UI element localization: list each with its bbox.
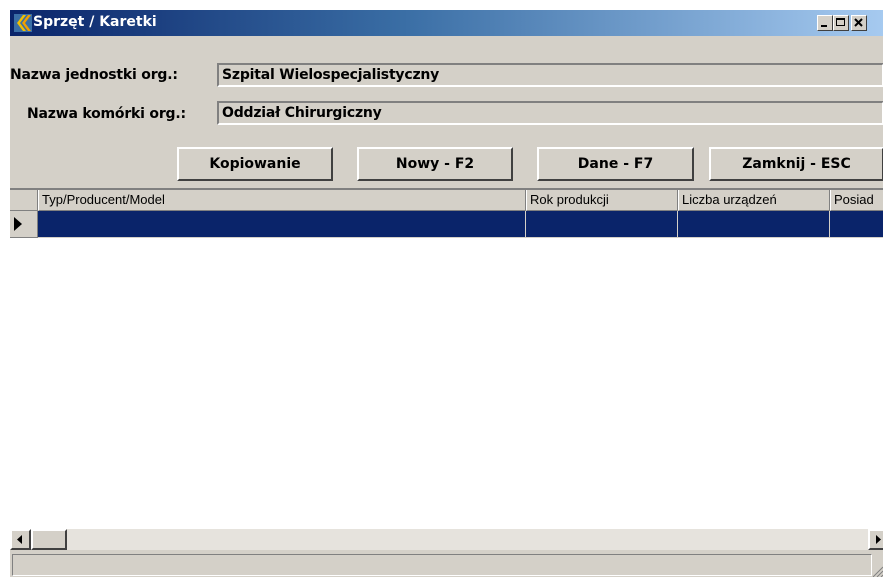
scroll-left-icon (17, 535, 22, 544)
data-grid[interactable]: Typ/Producent/Model Rok produkcji Liczba… (10, 188, 883, 529)
unit-name-value: Szpital Wielospecjalistyczny (222, 67, 440, 83)
row-indicator[interactable] (10, 211, 38, 238)
cell-name-value: Oddział Chirurgiczny (222, 105, 382, 121)
title-bar[interactable]: Sprzęt / Karetki (10, 10, 883, 36)
close-button[interactable] (851, 15, 867, 31)
scroll-right-button[interactable] (868, 529, 883, 550)
copy-button[interactable]: Kopiowanie (177, 147, 333, 181)
minimize-button[interactable] (817, 15, 833, 31)
column-header-count[interactable]: Liczba urządzeń (678, 190, 830, 211)
cell-name-label: Nazwa komórki org.: (27, 106, 186, 122)
window-title: Sprzęt / Karetki (33, 14, 157, 30)
row-pointer-icon (14, 217, 22, 231)
status-panel (12, 554, 872, 576)
new-button[interactable]: Nowy - F2 (357, 147, 513, 181)
table-cell[interactable] (526, 211, 678, 238)
column-header-type[interactable]: Typ/Producent/Model (38, 190, 526, 211)
column-header-owned[interactable]: Posiad (830, 190, 883, 211)
status-bar (10, 551, 883, 577)
app-icon (14, 14, 32, 32)
cell-name-field[interactable]: Oddział Chirurgiczny (217, 101, 883, 125)
scroll-thumb[interactable] (31, 529, 67, 550)
column-header-year[interactable]: Rok produkcji (526, 190, 678, 211)
table-cell[interactable] (678, 211, 830, 238)
scroll-left-button[interactable] (10, 529, 31, 550)
close-form-button[interactable]: Zamknij - ESC (709, 147, 883, 181)
grid-corner (10, 190, 38, 211)
scroll-right-icon (876, 535, 881, 544)
maximize-button[interactable] (833, 15, 849, 31)
table-cell[interactable] (38, 211, 526, 238)
unit-name-field[interactable]: Szpital Wielospecjalistyczny (217, 63, 883, 87)
maximize-icon (836, 18, 845, 26)
resize-grip-icon[interactable] (870, 564, 883, 577)
data-button[interactable]: Dane - F7 (537, 147, 694, 181)
close-icon (854, 18, 863, 27)
main-window: Sprzęt / Karetki Nazwa jednostki org.: S… (9, 9, 883, 577)
minimize-icon (821, 25, 827, 27)
table-cell[interactable] (830, 211, 883, 238)
horizontal-scrollbar[interactable] (10, 529, 883, 550)
unit-name-label: Nazwa jednostki org.: (10, 67, 178, 83)
